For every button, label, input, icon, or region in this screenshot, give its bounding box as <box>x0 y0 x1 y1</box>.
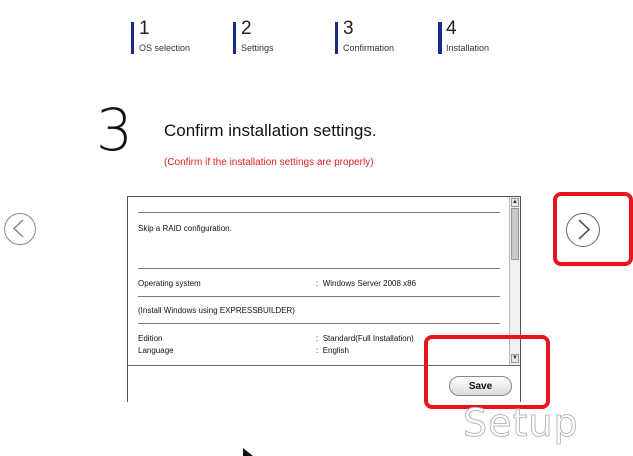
page-subtitle: (Confirm if the installation settings ar… <box>164 157 374 168</box>
language-value-text: English <box>322 346 349 355</box>
triangle-up-icon[interactable]: ▲ <box>511 198 519 207</box>
step-number: 2 <box>241 18 252 39</box>
edition-value-text: Standard(Full Installation) <box>322 334 414 343</box>
step-confirmation: 3 Confirmation <box>335 18 425 58</box>
panel-footer: Save <box>128 365 520 402</box>
step-label: Installation <box>446 43 490 53</box>
install-note-text: (Install Windows using EXPRESSBUILDER) <box>138 306 295 315</box>
top-frame <box>0 0 633 8</box>
step-number: 3 <box>343 18 354 39</box>
step-settings: 2 Settings <box>233 18 313 58</box>
divider <box>138 212 500 213</box>
step-label: OS selection <box>139 43 191 53</box>
step-marker <box>233 22 236 54</box>
circle-chevron-left-icon <box>12 219 24 238</box>
next-button[interactable] <box>566 213 600 247</box>
step-installation: 4 Installation <box>438 18 518 58</box>
separator: : <box>316 334 319 343</box>
scrollbar-thumb[interactable] <box>511 208 519 260</box>
step-marker <box>335 22 338 54</box>
os-label: Operating system <box>138 279 201 288</box>
save-button[interactable]: Save <box>449 376 512 396</box>
setup-watermark: Setup <box>463 401 579 445</box>
step-label: Settings <box>241 43 274 53</box>
language-label: Language <box>138 346 174 355</box>
divider <box>138 268 500 269</box>
step-number: 1 <box>139 18 150 39</box>
raid-setting-text: Skip a RAID configuration. <box>138 224 232 233</box>
separator: : <box>316 346 319 355</box>
step-marker <box>438 22 442 54</box>
settings-panel: Skip a RAID configuration. Operating sys… <box>127 196 521 402</box>
step-marker <box>131 22 134 54</box>
page-title: Confirm installation settings. <box>164 121 377 140</box>
language-value: : English <box>316 346 349 355</box>
step-number: 4 <box>446 18 457 39</box>
step-label: Confirmation <box>343 43 395 53</box>
os-value: : Windows Server 2008 x86 <box>316 279 416 288</box>
os-value-text: Windows Server 2008 x86 <box>322 279 417 288</box>
edition-value: : Standard(Full Installation) <box>316 334 414 343</box>
current-step-number: 3 <box>96 96 133 164</box>
settings-list[interactable]: Skip a RAID configuration. Operating sys… <box>128 197 509 365</box>
divider <box>138 323 500 324</box>
triangle-down-icon[interactable]: ▼ <box>511 354 519 363</box>
mouse-cursor-icon <box>243 448 253 456</box>
separator: : <box>316 279 319 288</box>
step-os-selection: 1 OS selection <box>131 18 211 58</box>
settings-scrollbar[interactable]: ▲ ▼ <box>509 197 520 365</box>
edition-label: Edition <box>138 334 163 343</box>
divider <box>138 296 500 297</box>
previous-button[interactable] <box>4 213 36 245</box>
circle-chevron-right-icon <box>578 219 591 240</box>
